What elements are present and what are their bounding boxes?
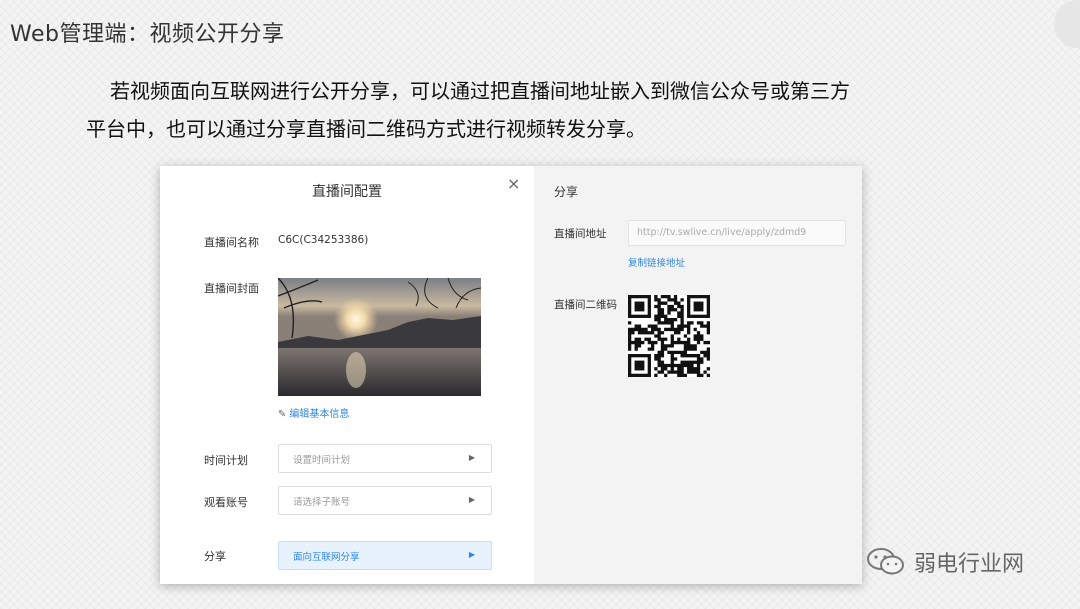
intro-line-2: 平台中，也可以通过分享直播间二维码方式进行视频转发分享。 [86,117,646,141]
edit-basic-info-link[interactable]: ✎ 编辑基本信息 [278,405,349,420]
qr-code-icon [627,294,711,378]
dialog-title: 直播间配置 [312,184,382,200]
copy-link-button[interactable]: 复制链接地址 [628,255,685,269]
edit-basic-info-label: 编辑基本信息 [289,409,350,420]
share-select[interactable]: 面向互联网分享 ▶ [278,541,492,570]
share-panel-title: 分享 [554,185,579,199]
address-label: 直播间地址 [554,228,607,240]
watermark: 弱电行业网 [866,546,1024,578]
slide-title: Web管理端：视频公开分享 [10,22,285,47]
share-label: 分享 [204,550,226,563]
caret-right-icon: ▶ [468,495,475,504]
caret-right-icon: ▶ [468,550,475,559]
intro-paragraph: 若视频面向互联网进行公开分享，可以通过把直播间地址嵌入到微信公众号或第三方 平台… [86,72,946,148]
schedule-label: 时间计划 [204,454,248,467]
watermark-text: 弱电行业网 [914,552,1025,577]
viewer-account-label: 观看账号 [204,496,248,509]
qr-label: 直播间二维码 [554,299,617,311]
viewer-account-select[interactable]: 请选择子账号 ▶ [278,486,492,515]
room-name-value: C6C(C34253386) [278,234,369,246]
live-room-config-dialog: 直播间配置 × 直播间名称 C6C(C34253386) 直播间封面 ✎ 编辑基… [160,166,862,584]
cover-image [278,278,481,396]
corner-decoration [1054,0,1080,48]
pencil-icon: ✎ [278,409,287,420]
share-value: 面向互联网分享 [293,552,360,563]
caret-right-icon: ▶ [468,453,475,462]
share-panel: 分享 直播间地址 http://tv.swlive.cn/live/apply/… [534,166,862,584]
schedule-placeholder: 设置时间计划 [293,455,351,466]
viewer-account-placeholder: 请选择子账号 [293,497,351,508]
intro-line-1: 若视频面向互联网进行公开分享，可以通过把直播间地址嵌入到微信公众号或第三方 [110,79,850,103]
close-icon[interactable]: × [507,174,520,193]
address-field[interactable]: http://tv.swlive.cn/live/apply/zdmd9 [628,220,846,246]
cover-label: 直播间封面 [204,282,259,295]
room-name-label: 直播间名称 [204,236,259,249]
config-panel: 直播间配置 × 直播间名称 C6C(C34253386) 直播间封面 ✎ 编辑基… [160,166,534,584]
schedule-select[interactable]: 设置时间计划 ▶ [278,444,492,473]
wechat-icon [867,548,904,575]
